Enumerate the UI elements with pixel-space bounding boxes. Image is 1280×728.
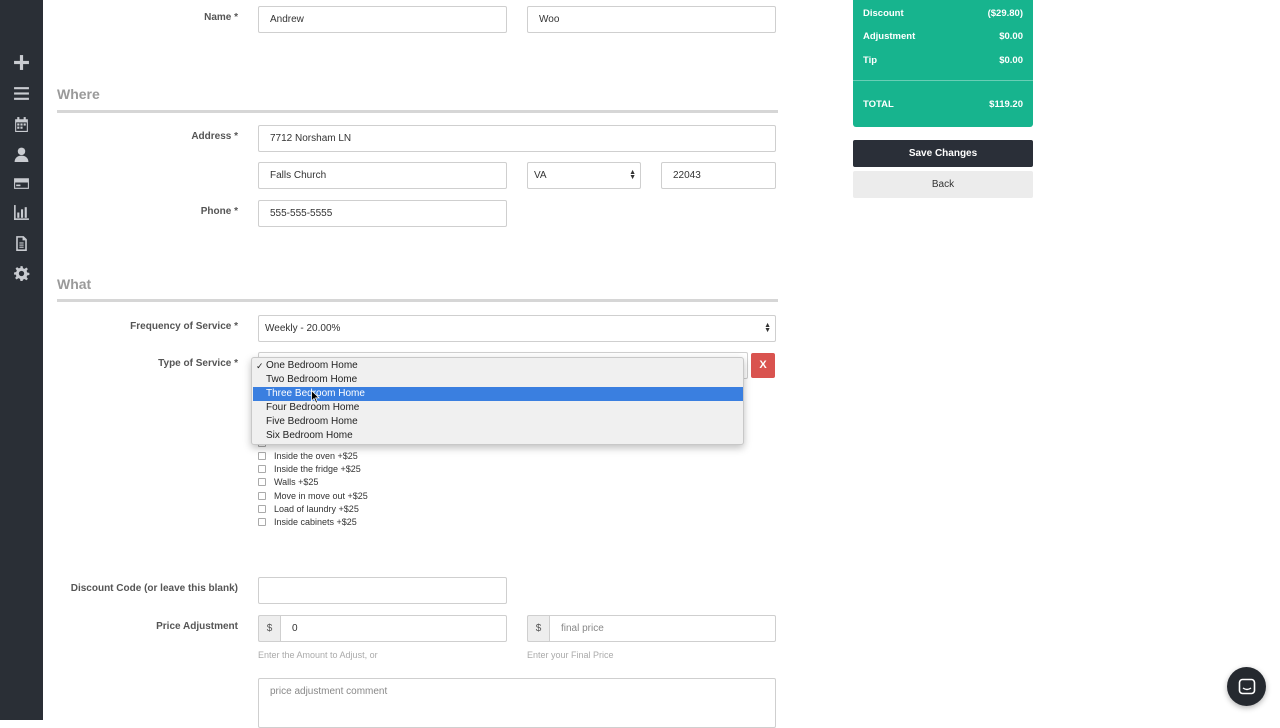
- where-divider: [57, 110, 778, 113]
- extra-label: Move in move out +$25: [274, 491, 368, 501]
- chat-launcher-button[interactable]: [1227, 667, 1266, 706]
- extra-checkbox-row[interactable]: Inside the oven +$25: [258, 450, 358, 462]
- extra-label: Walls +$25: [274, 477, 319, 487]
- summary-value: $0.00: [999, 31, 1023, 42]
- extra-label: Inside the fridge +$25: [274, 464, 361, 474]
- summary-row-tip: Tip $0.00: [863, 55, 1023, 66]
- adjust-amount-input[interactable]: 0: [280, 615, 507, 642]
- first-name-input[interactable]: Andrew: [258, 6, 507, 33]
- discount-code-input[interactable]: [258, 577, 507, 604]
- last-name-input[interactable]: Woo: [527, 6, 776, 33]
- extra-checkbox-row[interactable]: Load of laundry +$25: [258, 503, 359, 515]
- total-value: $119.20: [989, 99, 1023, 110]
- checkbox[interactable]: [258, 492, 266, 500]
- checkbox[interactable]: [258, 478, 266, 486]
- mouse-cursor-icon: [311, 390, 320, 404]
- menu-icon[interactable]: [12, 84, 31, 103]
- extra-label: Inside cabinets +$25: [274, 517, 357, 527]
- total-label: TOTAL: [863, 99, 894, 110]
- checkbox[interactable]: [258, 518, 266, 526]
- option-label: One Bedroom Home: [266, 360, 358, 371]
- frequency-select[interactable]: Weekly - 20.00% ▲ ▼: [258, 315, 776, 342]
- gear-icon[interactable]: [12, 264, 31, 283]
- summary-row-discount: Discount ($29.80): [863, 8, 1023, 19]
- dropdown-option[interactable]: Four Bedroom Home: [253, 401, 743, 415]
- type-of-service-dropdown: ✓ One Bedroom Home Two Bedroom Home Thre…: [251, 357, 744, 445]
- state-value: VA: [534, 170, 547, 181]
- adjust-amount-help: Enter the Amount to Adjust, or: [258, 650, 378, 660]
- back-button[interactable]: Back: [853, 171, 1033, 198]
- address-input[interactable]: 7712 Norsham LN: [258, 125, 776, 152]
- phone-input[interactable]: 555-555-5555: [258, 200, 507, 227]
- frequency-label: Frequency of Service *: [130, 321, 238, 332]
- remove-service-button[interactable]: X: [751, 353, 775, 378]
- name-label: Name *: [204, 12, 238, 23]
- extra-checkbox-row[interactable]: Inside the fridge +$25: [258, 463, 361, 475]
- summary-label: Discount: [863, 8, 904, 19]
- dropdown-option[interactable]: Two Bedroom Home: [253, 373, 743, 387]
- summary-value: $0.00: [999, 55, 1023, 66]
- final-price-input[interactable]: final price: [549, 615, 776, 642]
- dropdown-option-highlighted[interactable]: Three Bedroom Home: [253, 387, 743, 401]
- summary-row-adjustment: Adjustment $0.00: [863, 31, 1023, 42]
- price-adjustment-label: Price Adjustment: [156, 621, 238, 632]
- select-arrows-icon: ▲ ▼: [629, 169, 636, 181]
- dropdown-option[interactable]: Six Bedroom Home: [253, 429, 743, 443]
- summary-label: Adjustment: [863, 31, 916, 42]
- checkbox[interactable]: [258, 465, 266, 473]
- price-adjustment-comment-textarea[interactable]: price adjustment comment: [258, 678, 776, 728]
- option-label: Six Bedroom Home: [266, 430, 353, 441]
- checkmark-icon: ✓: [256, 361, 264, 371]
- state-select[interactable]: VA ▲ ▼: [527, 162, 641, 189]
- zip-input[interactable]: 22043: [661, 162, 776, 189]
- credit-card-icon[interactable]: [12, 174, 31, 193]
- plus-icon[interactable]: [12, 53, 31, 72]
- select-arrows-icon: ▲ ▼: [764, 322, 771, 334]
- phone-label: Phone *: [200, 206, 238, 217]
- type-of-service-label: Type of Service *: [158, 358, 238, 369]
- summary-label: Tip: [863, 55, 878, 66]
- dropdown-option[interactable]: ✓ One Bedroom Home: [253, 359, 743, 373]
- frequency-value: Weekly - 20.00%: [265, 323, 341, 334]
- address-label: Address *: [191, 131, 238, 142]
- extra-checkbox-row[interactable]: Move in move out +$25: [258, 490, 368, 502]
- save-changes-button[interactable]: Save Changes: [853, 140, 1033, 167]
- what-section-title: What: [57, 276, 92, 292]
- what-divider: [57, 299, 778, 302]
- extra-label: Load of laundry +$25: [274, 504, 359, 514]
- dropdown-option[interactable]: Five Bedroom Home: [253, 415, 743, 429]
- summary-row-total: TOTAL $119.20: [863, 99, 1023, 110]
- extra-checkbox-row[interactable]: Inside cabinets +$25: [258, 516, 357, 528]
- extra-checkbox-row[interactable]: Walls +$25: [258, 476, 318, 488]
- city-input[interactable]: Falls Church: [258, 162, 507, 189]
- chat-icon: [1238, 678, 1255, 694]
- checkbox[interactable]: [258, 505, 266, 513]
- sidebar: [0, 0, 43, 720]
- discount-code-label: Discount Code (or leave this blank): [70, 583, 238, 594]
- option-label: Five Bedroom Home: [266, 416, 358, 427]
- where-section-title: Where: [57, 86, 100, 102]
- user-icon[interactable]: [12, 145, 31, 164]
- bar-chart-icon[interactable]: [12, 203, 31, 222]
- summary-divider: [853, 80, 1033, 81]
- price-summary-panel: Discount ($29.80) Adjustment $0.00 Tip $…: [853, 0, 1033, 127]
- checkbox[interactable]: [258, 452, 266, 460]
- final-price-help: Enter your Final Price: [527, 650, 614, 660]
- currency-addon: $: [527, 615, 549, 642]
- summary-value: ($29.80): [987, 8, 1023, 19]
- document-icon[interactable]: [12, 234, 31, 253]
- option-label: Two Bedroom Home: [266, 374, 358, 385]
- calendar-icon[interactable]: [12, 115, 31, 134]
- extra-label: Inside the oven +$25: [274, 451, 358, 461]
- currency-addon: $: [258, 615, 280, 642]
